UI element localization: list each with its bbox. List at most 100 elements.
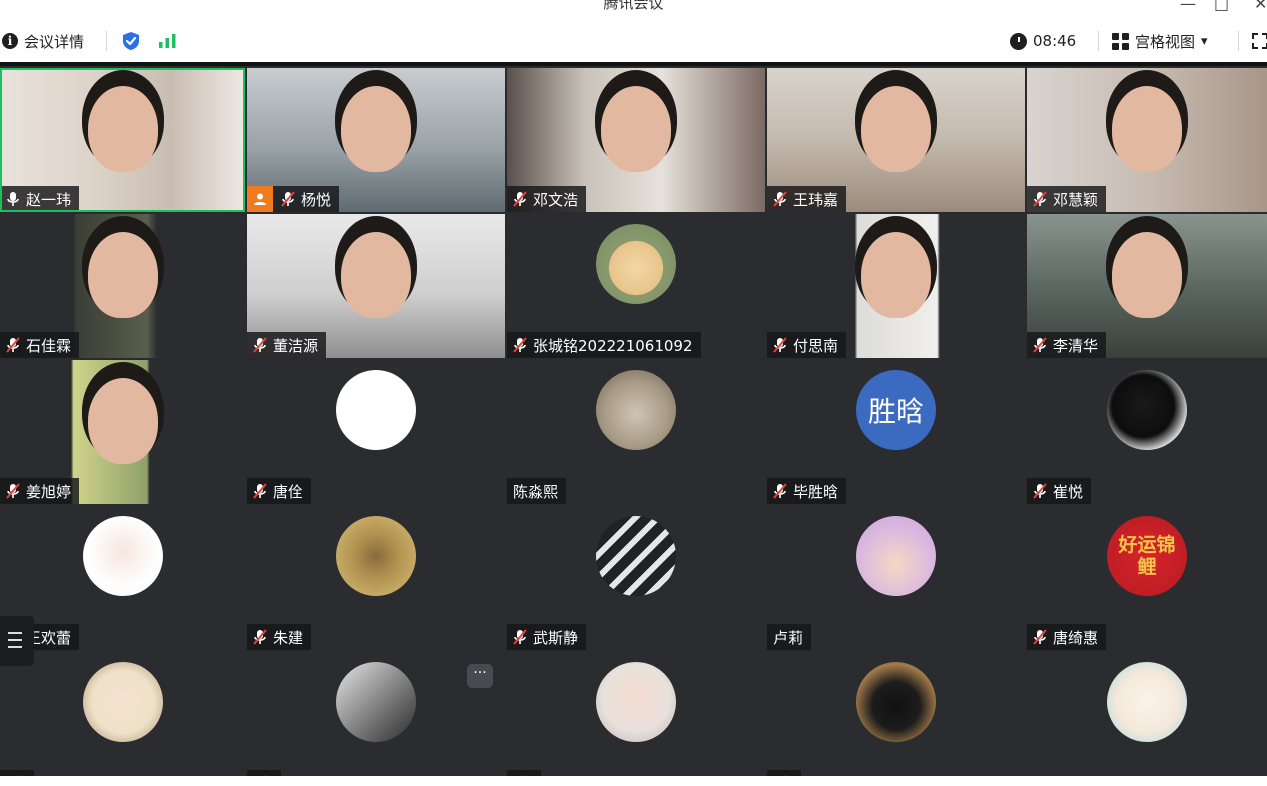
mic-muted-icon [773,483,787,499]
participant-name-bar: 王玮嘉 [767,186,847,212]
participant-tile[interactable]: 朱建 [247,506,505,650]
participant-tile[interactable]: 石佳霖 [0,214,245,358]
mic-muted-icon [1033,629,1047,645]
participant-name: 杨悦 [301,190,332,209]
fullscreen-button[interactable] [1252,20,1267,62]
more-options-button[interactable]: ··· [467,664,493,688]
participant-tile[interactable]: 胜晗毕胜晗 [767,360,1025,504]
security-button[interactable] [122,20,140,62]
minimize-icon[interactable]: — [1180,0,1196,13]
participant-tile[interactable]: 唐佺 [247,360,505,504]
participant-tile[interactable]: 付思南 [767,214,1025,358]
network-signal-button[interactable] [158,20,178,62]
participant-tile[interactable]: 武斯静 [507,506,765,650]
participant-name-bar: 武斯静 [507,624,587,650]
title-bar: 腾讯会议 — □ ✕ [0,0,1267,20]
participant-tile[interactable] [507,652,765,786]
participant-video-face [1112,232,1182,318]
host-icon [247,186,273,212]
view-mode-label: 宫格视图 [1135,32,1196,51]
participant-name: 张城铭202221061092 [533,336,693,355]
participant-tile[interactable]: 董洁源 [247,214,505,358]
signal-bars-icon [159,34,176,48]
mic-icon [6,191,20,207]
view-mode-dropdown[interactable]: 宫格视图 ▾ [1112,20,1208,62]
info-icon: i [2,33,18,49]
mic-muted-icon [1033,191,1047,207]
participant-name-bar: 邓文浩 [507,186,587,212]
participant-tile[interactable]: 邓慧颖 [1027,68,1267,212]
participant-name: 邓文浩 [533,190,579,209]
participant-video-face [87,378,158,464]
participant-name-bar: 陈淼熙 [507,478,567,504]
mic-muted-icon [773,191,787,207]
participant-name-bar: 李清华 [1027,332,1107,358]
avatar-text: 胜晗 [867,395,924,428]
participant-name-bar: 唐佺 [247,478,312,504]
participant-name: 毕胜晗 [793,482,839,501]
mic-muted-icon [253,483,267,499]
participant-name-bar: 朱建 [247,624,312,650]
participant-tile[interactable]: ··· [247,652,505,786]
participant-tile[interactable]: 邓文浩 [507,68,765,212]
mic-muted-icon [513,191,527,207]
participant-name: 武斯静 [533,628,579,647]
owl-bird-avatar [336,516,416,596]
participant-name-bar: 唐绮惠 [1027,624,1107,650]
close-icon[interactable]: ✕ [1254,0,1267,13]
maximize-icon[interactable]: □ [1214,0,1229,13]
mic-muted-icon [513,337,527,353]
chevron-down-icon: ▾ [1201,33,1208,49]
mic-muted-icon [281,191,295,207]
participant-tile[interactable] [1027,652,1267,786]
lucky-koi-avatar: 好运锦鲤 [1107,516,1187,596]
participant-tile[interactable]: 好运锦鲤唐绮惠 [1027,506,1267,650]
mic-muted-icon [773,337,787,353]
mic-muted-icon [1033,483,1047,499]
participant-grid: 赵一玮 杨悦 邓文浩 王玮嘉 邓慧颖石佳霖 董洁源 张城铭202221061092 付思南 李清… [0,66,1267,786]
participant-name: 唐绮惠 [1053,628,1099,647]
participant-tile[interactable]: 姜旭婷 [0,360,245,504]
meeting-time: 08:46 [1033,32,1077,50]
avatar-text: 好运锦鲤 [1118,534,1176,578]
participant-name-bar: 赵一玮 [0,186,80,212]
participant-name-bar: 毕胜晗 [767,478,847,504]
participant-name: 石佳霖 [26,336,72,355]
sidebar-toggle-handle[interactable] [0,616,34,666]
toolbar-divider [1238,31,1239,51]
participant-video-face [861,232,931,318]
participant-video-face [1112,86,1182,172]
participant-name-bar: 卢莉 [767,624,812,650]
participant-video-face [861,86,931,172]
participant-tile[interactable] [767,652,1025,786]
participant-video-face [87,232,158,318]
participant-tile[interactable]: 杨悦 [247,68,505,212]
participant-name-bar: 董洁源 [247,332,327,358]
participant-name-bar: 张城铭202221061092 [507,332,701,358]
participant-tile[interactable]: 赵一玮 [0,68,245,212]
participant-tile[interactable]: 卢莉 [767,506,1025,650]
meeting-info-button[interactable]: i 会议详情 [2,20,84,62]
crosswalk-avatar [596,516,676,596]
participant-tile[interactable] [0,652,245,786]
participant-tile[interactable]: 王欢蕾 [0,506,245,650]
mic-muted-icon [6,337,20,353]
bw-portrait-avatar [336,662,416,742]
fluffy-cat-avatar [596,370,676,450]
participant-tile[interactable]: 陈淼熙 [507,360,765,504]
cartoon-bear-avatar [1107,662,1187,742]
participant-tile[interactable]: 王玮嘉 [767,68,1025,212]
text-avatar: 胜晗 [856,370,936,450]
participant-name: 李清华 [1053,336,1099,355]
penguin-avatar [856,662,936,742]
participant-tile[interactable]: 崔悦 [1027,360,1267,504]
participant-tile[interactable]: 李清华 [1027,214,1267,358]
participant-name: 董洁源 [273,336,319,355]
cartoon-girl-avatar [83,516,163,596]
participant-name: 朱建 [273,628,304,647]
meeting-duration: 08:46 [1010,20,1076,62]
participant-tile[interactable]: 张城铭202221061092 [507,214,765,358]
mic-muted-icon [6,483,20,499]
toolbar-divider [1098,31,1099,51]
fullscreen-icon [1252,33,1267,49]
